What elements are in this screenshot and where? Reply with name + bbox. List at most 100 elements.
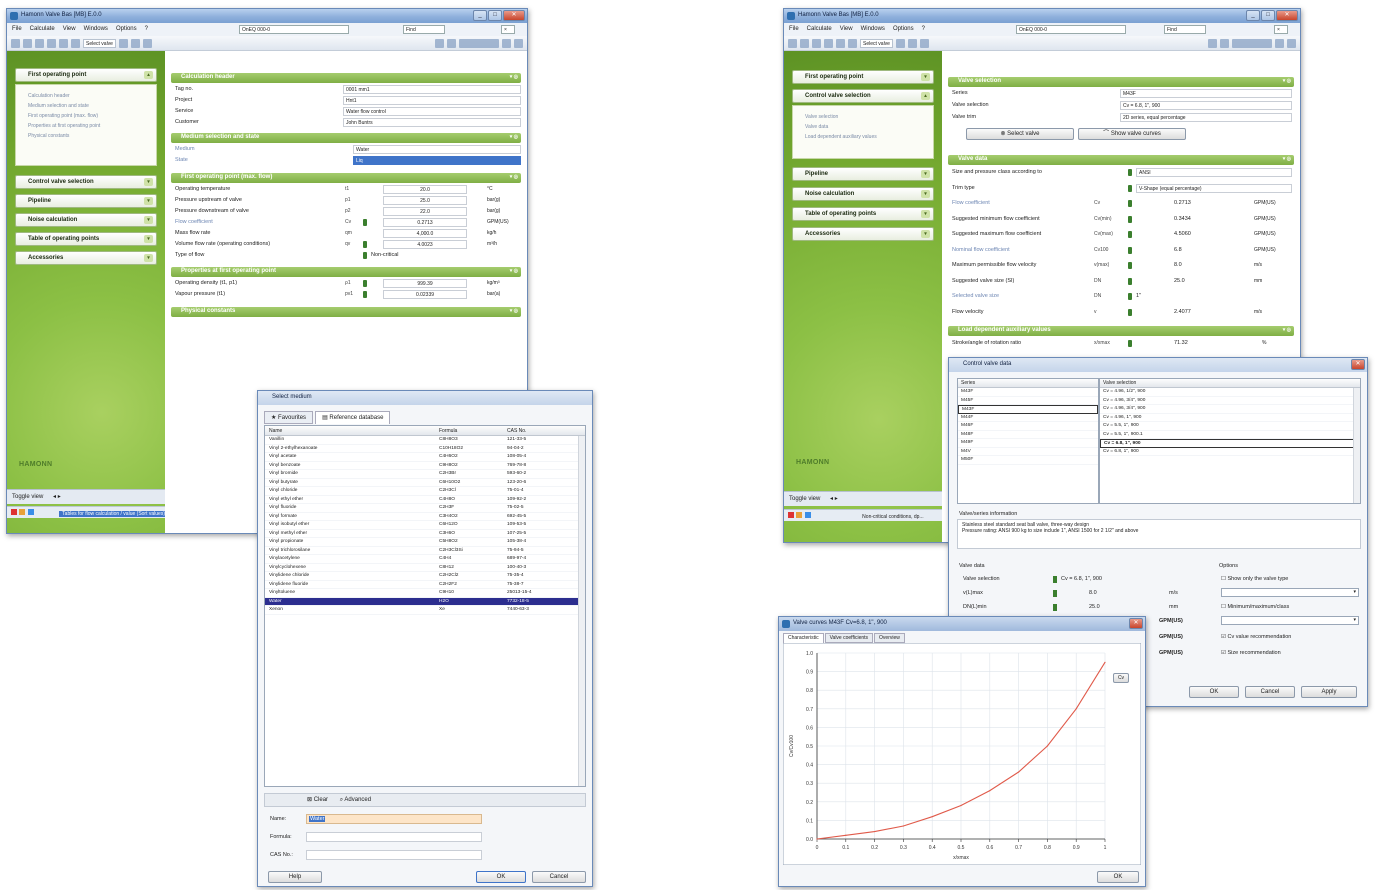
delete-icon[interactable] [47,39,56,48]
sidebar-item-noise[interactable]: Noise calculation ▾ [792,187,934,201]
menu-file[interactable]: File [12,26,22,36]
project-input[interactable]: Hnt1 [343,96,521,105]
mass-flow-radio[interactable]: Mass flow rate [175,230,210,236]
menu-close-icon[interactable]: × [501,25,515,34]
section-header-valve-data[interactable]: Valve data ▾ ◎ [948,155,1294,165]
table-row[interactable]: Vinyl butyrate C6H10O2 123-20-6 [265,479,585,487]
nav-forward-icon[interactable]: ▸ [835,496,838,502]
close-button[interactable]: ✕ [503,10,525,21]
sidebar-item-pipeline[interactable]: Pipeline ▾ [792,167,934,181]
minimize-button[interactable]: _ [473,10,487,21]
sidebar-subitem[interactable]: Physical constants [16,131,156,141]
sidebar-subitem[interactable]: Valve data [793,122,933,132]
field-unit[interactable]: °C [487,186,493,192]
menu-windows[interactable]: Windows [861,26,885,36]
selection-item[interactable]: Cv = 4.96, 1/2", 900 [1100,388,1360,397]
selection-scrollbar[interactable] [1353,388,1360,503]
option-dropdown[interactable]: ▾ [1221,616,1359,625]
section-header-medium[interactable]: Medium selection and state ▾ ◎ [171,133,521,143]
field-select[interactable]: ANSI [1136,168,1292,177]
layout-icon[interactable] [1232,39,1272,48]
toggle-view-button[interactable]: Toggle view [12,494,43,500]
table-row[interactable]: Vinyl 2-ethylhexanoate C10H18O2 94-04-2 [265,445,585,453]
show-valve-curves-button[interactable]: ⌒ Show valve curves [1078,128,1186,140]
field-select[interactable]: V-Shape (equal percentage) [1136,183,1292,193]
field-unit[interactable]: bar(g) [487,208,500,214]
series-item[interactable]: M43F [958,388,1098,397]
settings-icon[interactable] [514,39,523,48]
close-button[interactable]: ✕ [1129,618,1143,629]
selection-item[interactable]: Cv = 5.5, 1", 900 [1100,422,1360,431]
sidebar-item-pipeline[interactable]: Pipeline ▾ [15,194,157,208]
add-icon[interactable] [130,39,140,48]
close-button[interactable]: ✕ [1351,359,1365,370]
name-input[interactable]: Water [306,814,482,824]
menu-calculate[interactable]: Calculate [30,26,55,36]
move-icon[interactable] [142,39,152,48]
collapse-icon[interactable]: ▾ ◎ [1283,156,1291,162]
selection-item[interactable]: Cv = 6.8, 1", 900 [1100,439,1360,448]
section-header-load[interactable]: Load dependent auxiliary values ▾ ◎ [948,326,1294,336]
new-icon[interactable] [788,39,797,48]
sidebar-subitem[interactable]: First operating point (max. flow) [16,111,156,121]
cancel-button[interactable]: Cancel [532,871,586,883]
valve-trim-select[interactable]: 2D series, equal percentage [1120,113,1292,122]
table-row[interactable]: Xenon Xe 7440-63-3 [265,606,585,615]
selection-item[interactable]: Cv = 4.96, 3/4", 900 [1100,397,1360,405]
menu-view[interactable]: View [840,26,853,36]
volume-flow-radio[interactable]: Volume flow rate (operating conditions) [175,241,270,247]
collapse-icon[interactable]: ▾ ◎ [510,74,518,80]
tab-valve-coefficients[interactable]: Valve coefficients [824,633,874,643]
tab-overview[interactable]: Overview [874,633,905,643]
save-icon[interactable] [35,39,44,48]
maximize-button[interactable]: □ [488,10,502,21]
collapse-icon[interactable]: ▾ ◎ [510,268,518,274]
series-item[interactable]: M48F [958,431,1098,439]
maximize-button[interactable]: □ [1261,10,1275,21]
undo-icon[interactable] [118,39,128,48]
find-field[interactable]: Find [1164,25,1206,34]
list-view-icon[interactable] [447,39,456,48]
clear-button[interactable]: ⊠ Clear [307,797,328,803]
collapse-icon[interactable]: ▾ ◎ [1283,327,1291,333]
field-unit[interactable]: kg/h [487,230,496,236]
field-unit[interactable]: bar(g) [487,197,500,203]
collapse-icon[interactable]: ▾ ◎ [510,174,518,180]
find-field[interactable]: Find [403,25,445,34]
selection-item[interactable]: Cv = 5.5, 1", 900.1 [1100,431,1360,439]
print-icon[interactable] [71,39,80,48]
formula-input[interactable] [306,832,482,842]
section-header-physical[interactable]: Physical constants ▾ ◎ [171,307,521,317]
menu-calculate[interactable]: Calculate [807,26,832,36]
menu-help[interactable]: ? [922,26,925,36]
settings-icon[interactable] [1287,39,1296,48]
sidebar-item-control-valve[interactable]: Control valve selection ▾ [15,175,157,189]
table-row[interactable]: Vinyl benzoate C9H8O2 769-78-8 [265,462,585,470]
series-item[interactable]: M4V [958,448,1098,456]
add-icon[interactable] [907,39,917,48]
collapse-icon[interactable]: ▾ ◎ [510,134,518,140]
sidebar-subitem[interactable]: Medium selection and state [16,101,156,111]
option-checkbox[interactable]: ☐ Minimum/maximum/class [1221,604,1289,610]
menu-close-icon[interactable]: × [1274,25,1288,34]
sidebar-item-table[interactable]: Table of operating points ▾ [15,232,157,246]
sidebar-item-table[interactable]: Table of operating points ▾ [792,207,934,221]
select-valve-button[interactable]: Select valve [83,39,116,48]
close-button[interactable]: ✕ [1276,10,1298,21]
ok-button[interactable]: OK [476,871,526,883]
option-dropdown[interactable]: ▾ [1221,588,1359,597]
new-icon[interactable] [11,39,20,48]
selection-item[interactable]: Cv = 4.96, 1", 900 [1100,414,1360,422]
state-select[interactable]: Liq [353,156,521,165]
table-row[interactable]: Vinyl bromide C2H3Br 593-60-2 [265,470,585,479]
save-icon[interactable] [812,39,821,48]
table-row[interactable]: Vinyl formate C3H4O2 692-45-5 [265,513,585,521]
cas-input[interactable] [306,850,482,860]
open-icon[interactable] [800,39,809,48]
menu-windows[interactable]: Windows [84,26,108,36]
layout-icon[interactable] [459,39,499,48]
tab-reference-database[interactable]: ▤ Reference database [315,411,391,424]
table-row[interactable]: Vinyl propionate C5H8O2 105-38-4 [265,538,585,547]
selection-item[interactable]: Cv = 4.96, 3/4", 900 [1100,405,1360,414]
sidebar-subitem[interactable]: Valve selection [793,112,933,122]
